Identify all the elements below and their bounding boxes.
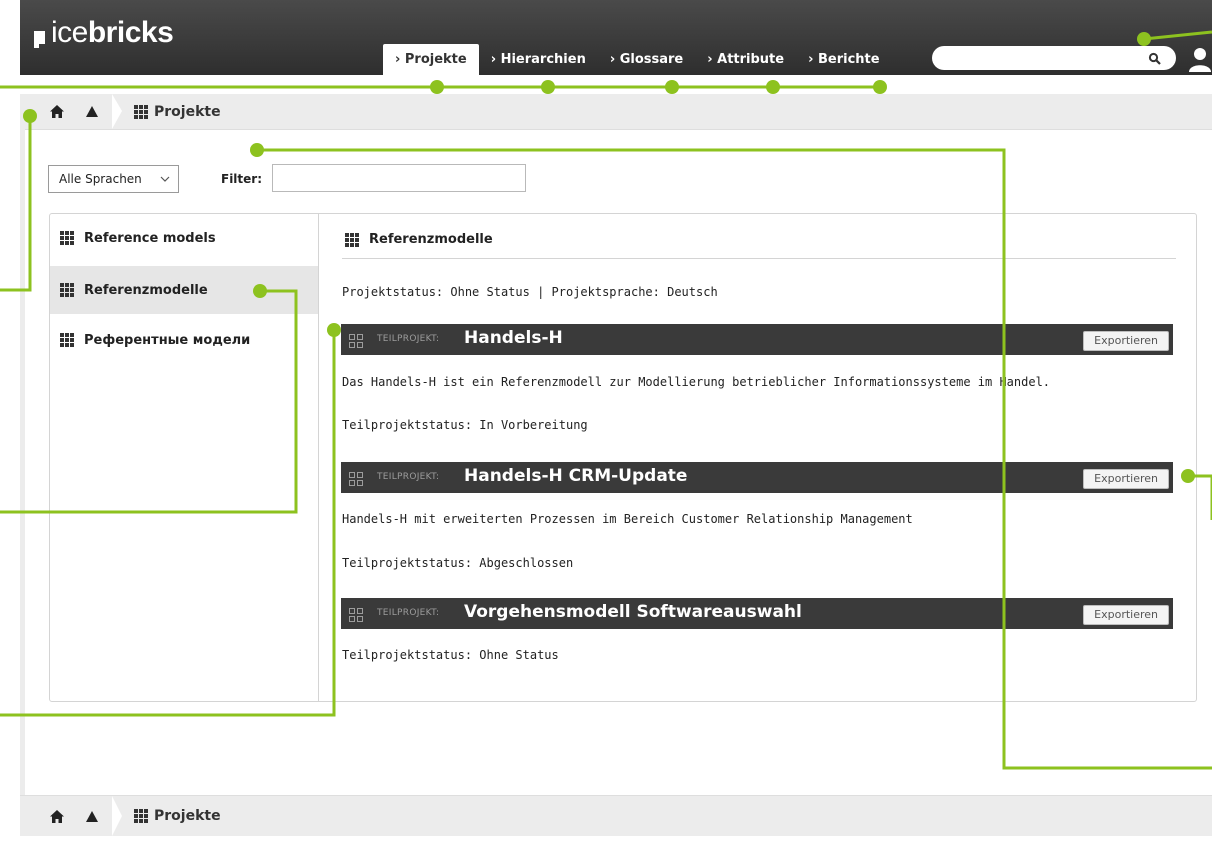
left-gutter [20,129,25,795]
breadcrumb-projekte[interactable]: Projekte [134,796,221,836]
grid-icon [60,231,74,245]
export-button[interactable]: Exportieren [1083,469,1169,489]
top-header: icebricks › Projekte › Hierarchien › Glo… [20,0,1212,75]
divider [342,258,1176,259]
subproject-status: Teilprojektstatus: Ohne Status [342,648,559,662]
sidebar-item-reference-models[interactable]: Reference models [50,214,318,262]
tab-projekte[interactable]: › Projekte [383,44,479,75]
subproject-title: Handels-H CRM-Update [464,466,688,486]
filter-label: Filter: [221,172,263,186]
grid-icon [134,104,148,119]
content-title-text: Referenzmodelle [369,232,493,247]
breadcrumb-separator [112,94,122,129]
subproject-type-label: TEILPROJEKT: [377,608,440,618]
breadcrumb-label: Projekte [154,103,221,120]
sidebar-item-label: Referenzmodelle [84,282,208,298]
subproject-header[interactable]: TEILPROJEKT: Handels-H Exportieren [341,324,1173,355]
search-icon[interactable] [1148,51,1162,70]
sidebar-item-label: Reference models [84,230,216,246]
tab-glossare[interactable]: › Glossare [598,44,695,75]
up-arrow-icon[interactable] [86,94,98,129]
filter-input[interactable] [272,164,526,192]
tab-berichte[interactable]: › Berichte [796,44,891,75]
sidebar-item-referenzmodelle[interactable]: Referenzmodelle [50,266,318,314]
project-status: Projektstatus: Ohne Status | Projektspra… [342,285,718,299]
subproject-header[interactable]: TEILPROJEKT: Handels-H CRM-Update Export… [341,462,1173,493]
home-icon[interactable] [50,94,64,129]
grid-icon [134,809,148,823]
user-icon[interactable] [1188,46,1212,76]
sidebar-item-referentnye-modeli[interactable]: Референтные модели [50,316,318,364]
subproject-header[interactable]: TEILPROJEKT: Vorgehensmodell Softwareaus… [341,598,1173,629]
logo-mark-icon [34,31,45,48]
breadcrumb-footer: Projekte [20,795,1212,836]
up-arrow-icon[interactable] [86,796,98,836]
search-box [932,46,1176,70]
language-select[interactable]: Alle Sprachen [48,165,179,193]
subproject-title: Handels-H [464,328,563,348]
subproject-description: Das Handels-H ist ein Referenzmodell zur… [342,375,1051,389]
subproject-description: Handels-H mit erweiterten Prozessen im B… [342,512,913,526]
subproject-status: Teilprojektstatus: In Vorbereitung [342,418,588,432]
tab-hierarchien[interactable]: › Hierarchien [479,44,598,75]
tab-attribute[interactable]: › Attribute [695,44,796,75]
subproject-title: Vorgehensmodell Softwareauswahl [464,602,802,622]
export-button[interactable]: Exportieren [1083,605,1169,625]
breadcrumb: Projekte [20,94,1212,130]
grid-icon [60,333,74,347]
grid-icon [60,283,74,297]
app-window: icebricks › Projekte › Hierarchien › Glo… [20,0,1212,845]
breadcrumb-projekte[interactable]: Projekte [134,94,221,129]
language-select-value: Alle Sprachen [59,172,142,186]
home-icon[interactable] [50,796,64,836]
subproject-type-label: TEILPROJEKT: [377,472,440,482]
logo[interactable]: icebricks [34,16,174,49]
grid-icon [345,232,359,247]
breadcrumb-separator [112,796,122,836]
content-title: Referenzmodelle [345,232,493,247]
search-input[interactable] [942,49,1141,69]
breadcrumb-label: Projekte [154,808,221,824]
project-list: Reference models Referenzmodelle Референ… [50,214,319,701]
main-nav: › Projekte › Hierarchien › Glossare › At… [383,44,892,75]
subproject-icon [349,607,363,626]
subproject-type-label: TEILPROJEKT: [377,334,440,344]
subproject-icon [349,471,363,490]
export-button[interactable]: Exportieren [1083,331,1169,351]
subproject-status: Teilprojektstatus: Abgeschlossen [342,556,574,570]
logo-text: icebricks [51,16,174,49]
subproject-icon [349,333,363,352]
chevron-down-icon [160,173,170,187]
sidebar-item-label: Референтные модели [84,332,251,348]
